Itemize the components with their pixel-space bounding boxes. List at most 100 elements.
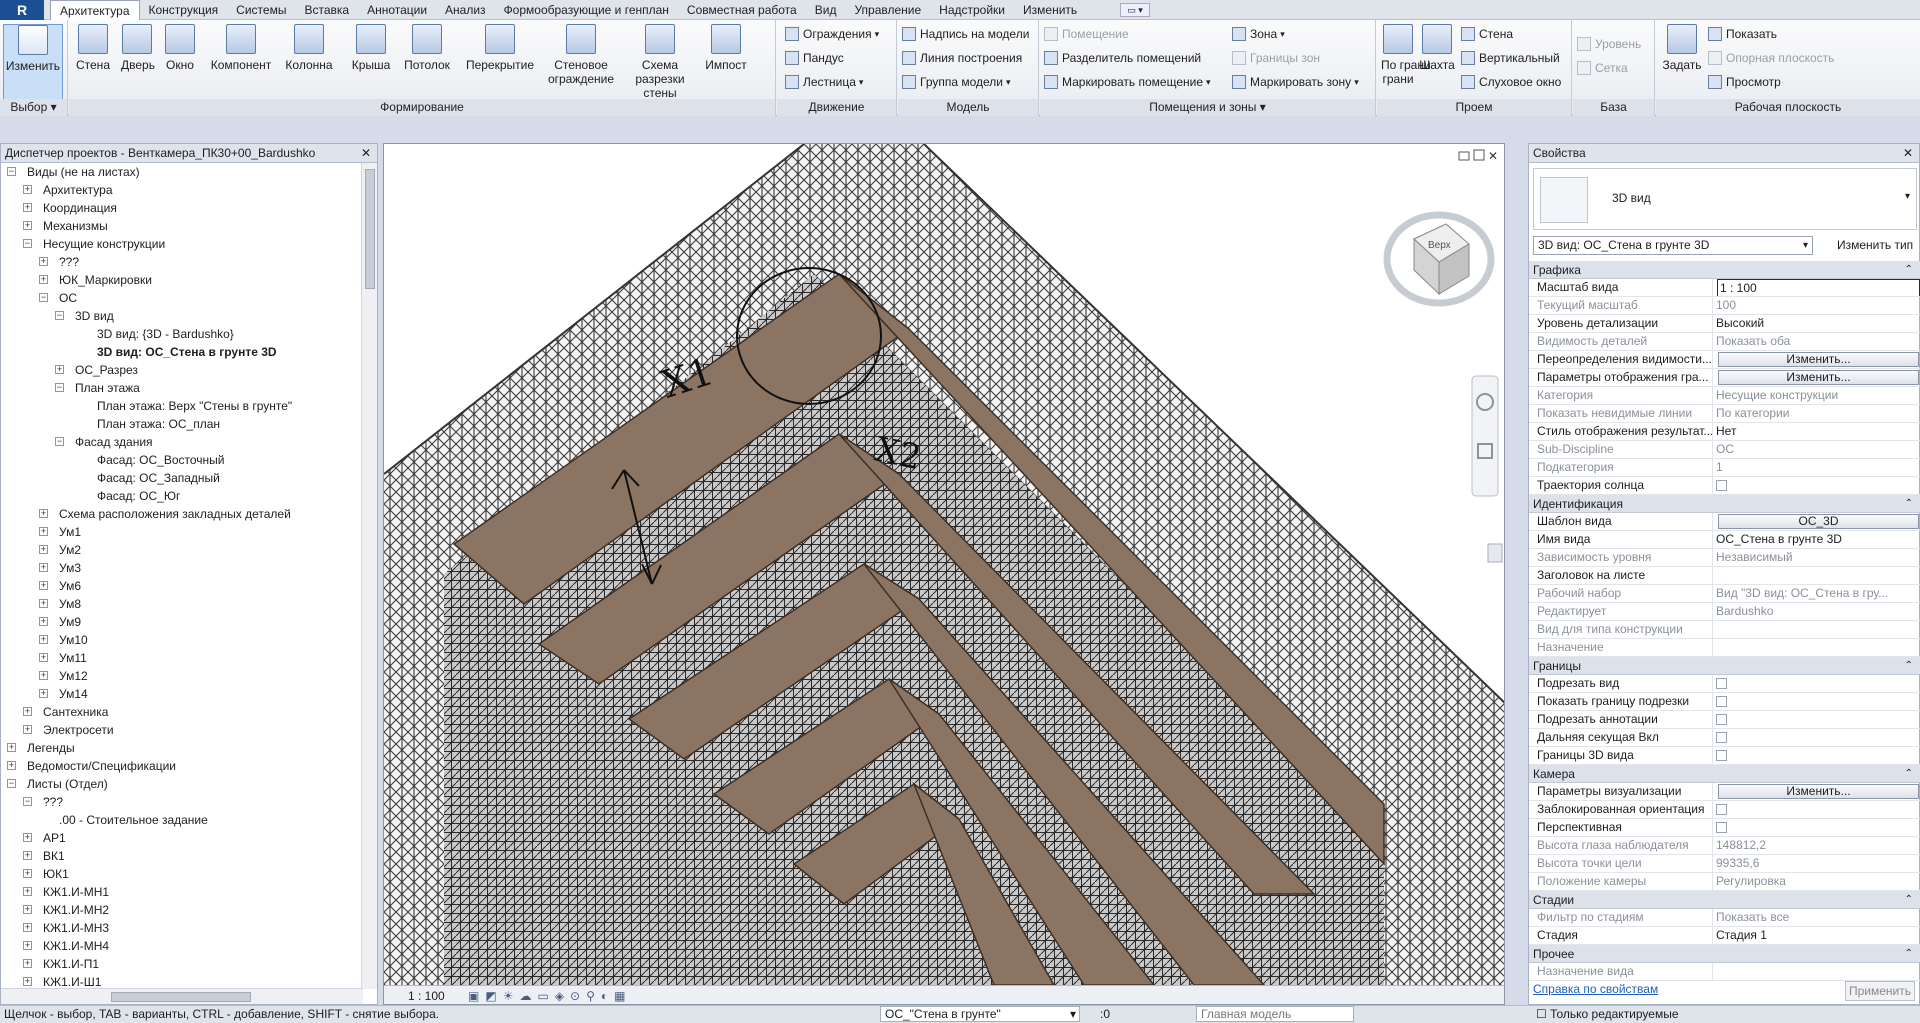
build-button-2[interactable]: Окно [161,24,199,72]
property-checkbox[interactable] [1716,822,1727,833]
tab-10[interactable]: Надстройки [930,0,1014,20]
view-scroll-thumb[interactable] [1487,543,1503,563]
tree-node[interactable]: − Фасад здания [1,433,363,451]
tree-node[interactable]: + КЖ1.И-МН1 [1,883,363,901]
tree-node[interactable]: Фасад: ОС_Восточный [1,451,363,469]
tree-node[interactable]: + Ум8 [1,595,363,613]
instance-filter-dropdown[interactable]: 3D вид: ОС_Стена в грунте 3D ▾ [1533,236,1813,255]
expand-icon[interactable]: + [39,671,48,680]
vertical-scrollbar[interactable] [361,163,377,989]
tree-node[interactable]: − Несущие конструкции [1,235,363,253]
tree-node[interactable]: План этажа: ОС_план [1,415,363,433]
tree-node[interactable]: − Виды (не на листах) [1,163,363,181]
expand-icon[interactable]: + [39,545,48,554]
build-button-3[interactable]: Компонент [205,24,277,72]
expand-icon[interactable]: + [23,707,32,716]
property-value[interactable]: Нет [1716,423,1920,440]
tree-node[interactable]: +??? [1,253,363,271]
grid-button[interactable]: Сетка [1577,58,1628,78]
tree-node[interactable]: + Ведомости/Спецификации [1,757,363,775]
expand-icon[interactable]: + [39,257,48,266]
tab-0[interactable]: Архитектура [50,0,140,20]
collapse-icon[interactable]: − [23,797,32,806]
application-menu-button[interactable]: R [0,0,44,20]
property-group-header[interactable]: Границы ⌃ [1529,657,1920,675]
active-view-dropdown[interactable]: ОС_"Стена в грунте" ▾ [880,1006,1080,1022]
expand-icon[interactable]: + [7,743,16,752]
horizontal-scrollbar[interactable] [1,988,363,1004]
tree-node[interactable]: + Ум1 [1,523,363,541]
expand-icon[interactable]: + [39,581,48,590]
property-edit-button[interactable]: Изменить... [1718,370,1919,385]
property-value[interactable]: Стадия 1 [1716,927,1920,944]
design-option-dropdown[interactable]: Главная модель [1196,1006,1354,1022]
modify-button[interactable]: Изменить [3,24,63,100]
collapse-icon[interactable]: − [7,779,16,788]
close-icon[interactable]: ✕ [1903,144,1913,163]
tree-node[interactable]: + Сантехника [1,703,363,721]
collapse-icon[interactable]: ⌃ [1905,495,1913,513]
close-icon[interactable]: ✕ [361,144,371,163]
collapse-icon[interactable]: − [55,383,64,392]
property-checkbox[interactable] [1716,714,1727,725]
property-group-header[interactable]: Идентификация ⌃ [1529,495,1920,513]
tab-9[interactable]: Управление [845,0,930,20]
collapse-icon[interactable]: ⌃ [1905,891,1913,909]
model-text-button[interactable]: Надпись на модели [902,24,1029,44]
area-button[interactable]: Зона ▾ [1232,24,1285,44]
expand-icon[interactable]: + [23,887,32,896]
view-control-icons[interactable]: ▣◩☀☁▭◈⊙⚲◐▦ [468,989,631,1003]
property-value[interactable]: Высокий [1716,315,1920,332]
build-button-5[interactable]: Крыша [347,24,395,72]
rooms-panel-title[interactable]: Помещения и зоны ▾ [1040,99,1375,116]
view-scale[interactable]: 1 : 100 [408,989,445,1003]
build-button-9[interactable]: Схема разрезки стены [621,24,699,100]
type-selector[interactable]: 3D вид ▾ [1533,168,1917,230]
properties-help-link[interactable]: Справка по свойствам [1533,982,1658,996]
tree-node[interactable]: + КЖ1.И-МН3 [1,919,363,937]
tree-node[interactable]: + Легенды [1,739,363,757]
tab-8[interactable]: Вид [806,0,846,20]
tree-node[interactable]: + Ум2 [1,541,363,559]
select-panel-title[interactable]: Выбор ▾ [0,99,67,116]
collapse-icon[interactable]: − [23,239,32,248]
tree-node[interactable]: − План этажа [1,379,363,397]
tree-node[interactable]: + Координация [1,199,363,217]
expand-icon[interactable]: + [23,185,32,194]
ref-plane-button[interactable]: Опорная плоскость [1708,48,1834,68]
property-checkbox[interactable] [1716,750,1727,761]
wall-opening-button[interactable]: Стена [1461,24,1513,44]
tree-node[interactable]: План этажа: Верх "Стены в грунте" [1,397,363,415]
editable-only-toggle[interactable]: ☐ Только редактируемые [1536,1006,1679,1023]
expand-icon[interactable]: + [55,365,64,374]
expand-icon[interactable]: + [39,599,48,608]
worksets-count[interactable]: :0 [1100,1006,1110,1023]
tree-node[interactable]: + Ум6 [1,577,363,595]
room-separator-button[interactable]: Разделитель помещений [1044,48,1201,68]
tree-node[interactable]: + Ум3 [1,559,363,577]
property-checkbox[interactable] [1716,480,1727,491]
tree-node[interactable]: + ОС_Разрез [1,361,363,379]
collapse-icon[interactable]: ⌃ [1905,945,1913,963]
expand-icon[interactable]: + [39,635,48,644]
property-checkbox[interactable] [1716,678,1727,689]
tree-node[interactable]: + Ум12 [1,667,363,685]
build-button-4[interactable]: Колонна [283,24,335,72]
build-button-7[interactable]: Перекрытие [463,24,537,72]
expand-icon[interactable]: + [23,959,32,968]
collapse-icon[interactable]: − [39,293,48,302]
expand-icon[interactable]: + [39,275,48,284]
property-value[interactable]: 1 : 100 [1717,279,1920,296]
viewer-button[interactable]: Просмотр [1708,72,1781,92]
build-button-1[interactable]: Дверь [121,24,155,72]
ramp-button[interactable]: Пандус [785,48,844,68]
expand-icon[interactable]: + [23,725,32,734]
expand-icon[interactable]: + [23,851,32,860]
property-edit-button[interactable]: Изменить... [1718,352,1919,367]
tree-node[interactable]: + Ум10 [1,631,363,649]
property-value[interactable]: ОС_Стена в грунте 3D [1716,531,1920,548]
expand-icon[interactable]: + [7,761,16,770]
railing-button[interactable]: Ограждения ▾ [785,24,879,44]
vertical-opening-button[interactable]: Вертикальный [1461,48,1560,68]
tree-node[interactable]: − Листы (Отдел) [1,775,363,793]
